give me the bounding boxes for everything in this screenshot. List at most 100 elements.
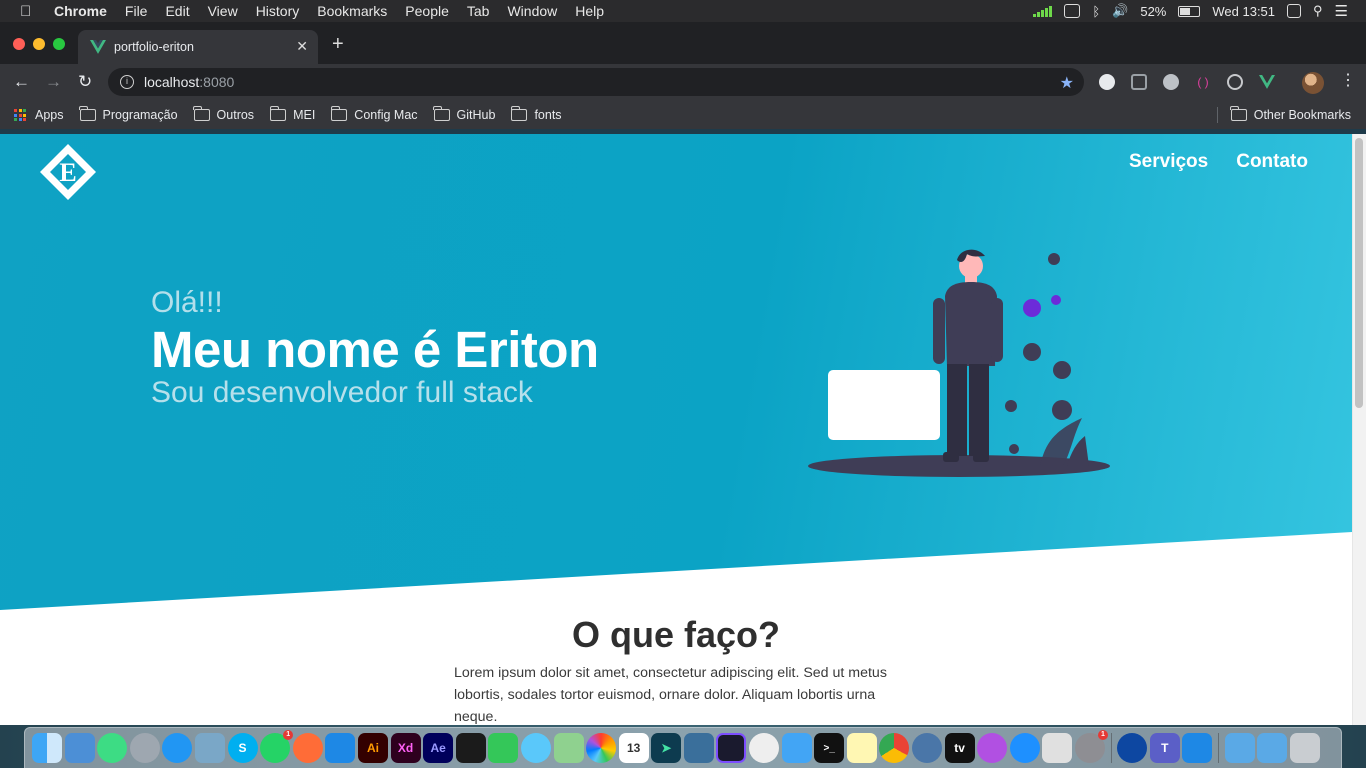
notes-icon[interactable] (846, 733, 877, 763)
page-scrollbar[interactable] (1352, 134, 1366, 725)
notification-center-icon[interactable]: ☰ (1335, 2, 1348, 20)
adobe-xd-icon[interactable]: Xd (390, 733, 421, 763)
bookmark-other-bookmarks[interactable]: Other Bookmarks (1230, 101, 1351, 129)
menu-window[interactable]: Window (507, 3, 557, 19)
altool-icon[interactable] (912, 733, 943, 763)
bookmark-label: Apps (35, 108, 64, 122)
browser-tabstrip: portfolio-eriton ✕ + (0, 22, 1366, 64)
downloads-folder-icon[interactable] (1224, 733, 1255, 763)
apple-tv-icon[interactable]: tv (944, 733, 975, 763)
menu-tab[interactable]: Tab (467, 3, 490, 19)
person-arm (991, 298, 1003, 362)
extension-compass-icon[interactable] (1163, 74, 1179, 90)
mysql-workbench-icon[interactable] (683, 733, 714, 763)
sequel-pro-icon[interactable] (749, 733, 780, 763)
maps-icon[interactable] (553, 733, 584, 763)
volume-icon[interactable]: 🔊 (1112, 3, 1128, 19)
clock[interactable]: Wed 13:51 (1212, 4, 1275, 19)
safari-icon[interactable] (162, 733, 193, 763)
documents-folder-icon[interactable] (1257, 733, 1288, 763)
browser-menu-icon[interactable]: ⋮ (1340, 72, 1356, 90)
nav-servicos-link[interactable]: Serviços (1129, 151, 1208, 173)
activity-monitor-icon[interactable] (455, 733, 486, 763)
vscode-icon[interactable] (325, 733, 356, 763)
messages-icon[interactable] (520, 733, 551, 763)
bookmark-folder-mei[interactable]: MEI (269, 106, 315, 122)
reload-icon[interactable]: ↻ (78, 72, 92, 92)
calendar-widget-icon[interactable] (1287, 4, 1302, 18)
calendar-icon[interactable]: 13 (618, 733, 649, 763)
spotlight-search-icon[interactable]: ⚲ (1313, 3, 1323, 19)
site-info-icon[interactable]: i (120, 75, 134, 89)
tab-portfolio-eriton[interactable]: portfolio-eriton ✕ (78, 30, 318, 64)
teams-icon[interactable]: T (1149, 733, 1180, 763)
app-store-icon[interactable] (1009, 733, 1040, 763)
new-tab-icon[interactable]: + (332, 34, 344, 54)
floating-bubble (1005, 400, 1017, 412)
podcasts-icon[interactable] (977, 733, 1008, 763)
bookmark-label: Outros (216, 108, 255, 122)
react-devtools-icon[interactable] (1227, 74, 1243, 90)
postman-icon[interactable] (292, 733, 323, 763)
bookmark-folder-fonts[interactable]: fonts (510, 106, 562, 122)
address-bar[interactable]: i localhost:8080 ★ (108, 68, 1084, 96)
whatsapp-icon[interactable]: 1 (260, 730, 294, 763)
vue-devtools-icon[interactable] (1259, 74, 1275, 90)
terminal-icon[interactable]: >_ (814, 733, 845, 763)
menu-bookmarks[interactable]: Bookmarks (317, 3, 387, 19)
bookmark-folder-programacao[interactable]: Programação (79, 106, 178, 122)
bookmark-folder-outros[interactable]: Outros (193, 106, 255, 122)
chrome-icon[interactable] (879, 733, 910, 763)
after-effects-icon[interactable]: Ae (423, 733, 454, 763)
extension-tracker-icon[interactable] (1099, 74, 1115, 90)
preview-icon[interactable] (194, 733, 225, 763)
person-leg (947, 364, 967, 456)
bookmark-folder-github[interactable]: GitHub (433, 106, 495, 122)
menu-file[interactable]: File (125, 3, 148, 19)
photos-icon[interactable] (586, 733, 617, 763)
illustrator-icon[interactable]: Ai (357, 733, 388, 763)
menu-view[interactable]: View (208, 3, 238, 19)
bluetooth-icon[interactable]: ᛒ (1092, 4, 1100, 19)
menu-help[interactable]: Help (575, 3, 604, 19)
maximize-window-icon[interactable] (53, 38, 65, 50)
close-tab-icon[interactable]: ✕ (296, 38, 308, 55)
facetime-icon[interactable] (488, 733, 519, 763)
extension-c-icon[interactable] (1131, 74, 1147, 90)
cloud-app-icon[interactable] (781, 733, 812, 763)
system-preferences-icon[interactable]: 1 (1075, 730, 1108, 763)
menu-people[interactable]: People (405, 3, 449, 19)
signal-icon[interactable] (1033, 5, 1053, 17)
screen-mirroring-icon[interactable] (1064, 4, 1081, 18)
vscode-secondary-icon[interactable] (1182, 733, 1213, 763)
android-studio-icon[interactable] (97, 733, 128, 763)
nav-contato-link[interactable]: Contato (1236, 151, 1308, 173)
site-logo[interactable]: E (38, 142, 98, 202)
bookmark-star-icon[interactable]: ★ (1060, 73, 1074, 93)
folder-app-icon[interactable] (64, 733, 95, 763)
menu-edit[interactable]: Edit (165, 3, 189, 19)
scrollbar-thumb[interactable] (1355, 138, 1363, 408)
forward-arrow-icon[interactable]: → (45, 72, 62, 92)
screen-capture-icon[interactable] (716, 733, 747, 763)
bookmark-apps[interactable]: Apps (14, 108, 64, 122)
launchpad-icon[interactable] (129, 733, 160, 763)
menu-history[interactable]: History (256, 3, 300, 19)
macos-dock: S 1 Ai Xd Ae 13 ➤ >_ tv 1 T (24, 727, 1342, 768)
sourcetree-icon[interactable]: ➤ (651, 733, 682, 763)
skype-icon[interactable]: S (227, 733, 258, 763)
bookmark-folder-config-mac[interactable]: Config Mac (330, 106, 418, 122)
extension-brackets-icon[interactable]: ( ) (1195, 74, 1211, 90)
back-arrow-icon[interactable]: ← (13, 72, 30, 92)
menu-app-name[interactable]: Chrome (54, 3, 107, 19)
finder-icon[interactable] (32, 733, 62, 763)
battery-icon[interactable] (1178, 5, 1201, 17)
close-window-icon[interactable] (13, 38, 25, 50)
browser-alt-icon[interactable] (1117, 733, 1148, 763)
minimize-window-icon[interactable] (33, 38, 45, 50)
apple-menu-icon[interactable]:  (20, 3, 38, 20)
profile-avatar[interactable] (1302, 72, 1324, 94)
trash-icon[interactable] (1289, 733, 1320, 763)
battery-percentage[interactable]: 52% (1140, 4, 1166, 19)
security-app-icon[interactable] (1042, 733, 1073, 763)
